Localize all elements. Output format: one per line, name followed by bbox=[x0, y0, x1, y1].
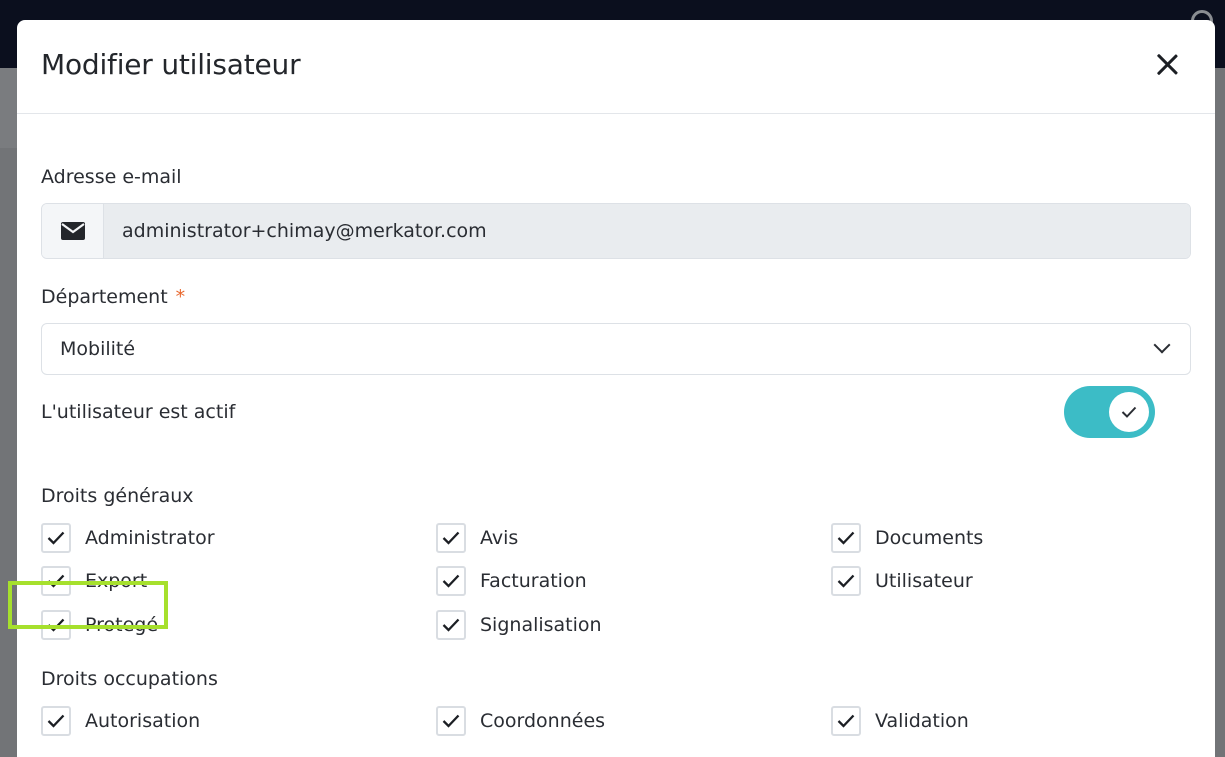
check-icon bbox=[442, 714, 460, 728]
check-icon bbox=[837, 574, 855, 588]
checkbox[interactable] bbox=[831, 566, 861, 596]
checkbox-label: Utilisateur bbox=[875, 570, 973, 592]
checkbox-label: Facturation bbox=[480, 570, 587, 592]
checkbox-label: Autorisation bbox=[85, 710, 201, 732]
general-rights-heading: Droits généraux bbox=[41, 485, 194, 507]
envelope-icon bbox=[42, 204, 104, 258]
required-mark: * bbox=[175, 286, 186, 308]
email-input[interactable] bbox=[104, 204, 1190, 258]
toggle-knob bbox=[1109, 392, 1149, 432]
check-icon bbox=[442, 574, 460, 588]
checkbox[interactable] bbox=[436, 706, 466, 736]
checkbox[interactable] bbox=[831, 706, 861, 736]
department-select[interactable]: Mobilité bbox=[41, 323, 1191, 375]
check-icon bbox=[442, 618, 460, 632]
checkbox-avis[interactable]: Avis bbox=[436, 523, 518, 553]
checkbox-utilisateur[interactable]: Utilisateur bbox=[831, 566, 973, 596]
checkbox[interactable] bbox=[831, 523, 861, 553]
checkbox-validation[interactable]: Validation bbox=[831, 706, 969, 736]
close-icon[interactable] bbox=[1153, 50, 1181, 78]
department-label: Département * bbox=[41, 286, 185, 308]
checkbox-documents[interactable]: Documents bbox=[831, 523, 983, 553]
check-icon bbox=[837, 714, 855, 728]
check-icon bbox=[1121, 406, 1137, 418]
chevron-down-icon bbox=[1153, 336, 1171, 354]
modal-title: Modifier utilisateur bbox=[41, 48, 301, 81]
bg-panel bbox=[0, 68, 17, 148]
check-icon bbox=[442, 531, 460, 545]
department-label-text: Département bbox=[41, 286, 168, 308]
highlight-box bbox=[8, 581, 168, 629]
checkbox[interactable] bbox=[436, 610, 466, 640]
checkbox-facturation[interactable]: Facturation bbox=[436, 566, 587, 596]
active-label: L'utilisateur est actif bbox=[41, 401, 236, 423]
edit-user-modal: Modifier utilisateur Adresse e-mail Dépa… bbox=[17, 20, 1215, 757]
checkbox-autorisation[interactable]: Autorisation bbox=[41, 706, 200, 736]
checkbox-label: Documents bbox=[875, 527, 984, 549]
active-toggle[interactable] bbox=[1064, 386, 1155, 438]
checkbox-label: Administrator bbox=[85, 527, 215, 549]
email-label: Adresse e-mail bbox=[41, 166, 182, 188]
checkbox[interactable] bbox=[436, 523, 466, 553]
checkbox-signalisation[interactable]: Signalisation bbox=[436, 610, 602, 640]
email-field-group bbox=[41, 203, 1191, 259]
checkbox-label: Signalisation bbox=[480, 614, 602, 636]
checkbox-label: Coordonnées bbox=[480, 710, 606, 732]
checkbox[interactable] bbox=[41, 523, 71, 553]
occupation-rights-heading: Droits occupations bbox=[41, 668, 218, 690]
check-icon bbox=[47, 531, 65, 545]
modal-header: Modifier utilisateur bbox=[17, 20, 1215, 114]
checkbox-label: Avis bbox=[480, 527, 519, 549]
check-icon bbox=[47, 714, 65, 728]
checkbox-administrator[interactable]: Administrator bbox=[41, 523, 215, 553]
checkbox[interactable] bbox=[436, 566, 466, 596]
checkbox-label: Validation bbox=[875, 710, 969, 732]
department-selected-value: Mobilité bbox=[60, 338, 136, 360]
checkbox-coordonnees[interactable]: Coordonnées bbox=[436, 706, 605, 736]
check-icon bbox=[837, 531, 855, 545]
checkbox[interactable] bbox=[41, 706, 71, 736]
